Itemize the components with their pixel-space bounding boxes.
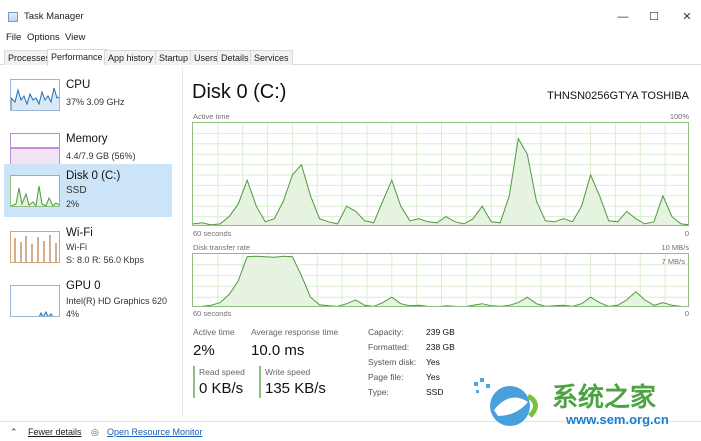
sidebar-item-detail: Wi-Fi: [66, 242, 87, 252]
sidebar-item-name: GPU 0: [66, 280, 101, 292]
sidebar-item-cpu[interactable]: CPU 37% 3.09 GHz: [4, 68, 172, 121]
fewer-details-icon[interactable]: ⌃: [10, 427, 18, 438]
sidebar-item-gpu[interactable]: GPU 0 Intel(R) HD Graphics 620 4%: [4, 274, 172, 327]
tab-performance[interactable]: Performance: [47, 49, 107, 66]
active-time-graph-max: 100%: [669, 112, 689, 121]
transfer-rate-graph: 7 MB/s: [192, 253, 689, 307]
active-time-graph-label: Active time: [193, 112, 230, 121]
system-disk-value: Yes: [426, 357, 440, 367]
formatted-label: Formatted:: [368, 342, 410, 352]
menu-options[interactable]: Options: [27, 32, 60, 43]
active-time-graph-min: 0: [684, 229, 689, 238]
transfer-rate-graph-min: 0: [684, 309, 689, 318]
write-speed-value: 135 KB/s: [265, 380, 326, 397]
sidebar-item-name: Wi-Fi: [66, 227, 93, 239]
tab-bar: Processes Performance App history Startu…: [0, 49, 701, 66]
sidebar-item-wifi[interactable]: Wi-Fi Wi-Fi S: 8.0 R: 56.0 Kbps: [4, 220, 172, 273]
system-disk-label: System disk:: [368, 357, 417, 367]
read-speed-label: Read speed: [199, 367, 245, 377]
watermark-overlay: 系统之家 www.sem.org.cn: [468, 370, 698, 438]
response-time-label: Average response time: [251, 327, 339, 337]
active-time-label: Active time: [193, 327, 235, 337]
write-speed-label: Write speed: [265, 367, 311, 377]
page-file-label: Page file:: [368, 372, 404, 382]
active-time-graph: [192, 122, 689, 226]
sidebar-item-usage: 2%: [66, 199, 80, 209]
sidebar-item-detail: 4.4/7.9 GB (56%): [66, 151, 136, 161]
title-bar: Task Manager — ☐ ✕: [0, 0, 701, 30]
formatted-value: 238 GB: [426, 342, 455, 352]
tab-startup[interactable]: Startup: [155, 50, 193, 65]
tab-app-history[interactable]: App history: [104, 50, 158, 65]
sidebar-item-name: CPU: [66, 79, 91, 91]
performance-sidebar: CPU 37% 3.09 GHz Memory 4.4/7.9 GB (56%)…: [4, 68, 178, 416]
type-value: SSD: [426, 387, 444, 397]
response-time-value: 10.0 ms: [251, 342, 305, 359]
watermark-logo: 系统之家: [474, 378, 656, 426]
gpu-thumbnail-graph: [10, 285, 60, 317]
watermark-url: www.sem.org.cn: [566, 412, 669, 427]
read-speed-value: 0 KB/s: [199, 380, 244, 397]
sidebar-item-detail: 37% 3.09 GHz: [66, 97, 125, 107]
window-title: Task Manager: [24, 11, 84, 22]
disk-thumbnail-graph: [10, 175, 60, 207]
page-title: Disk 0 (C:): [192, 81, 287, 103]
resource-monitor-icon[interactable]: ◎: [91, 427, 99, 438]
fewer-details-link[interactable]: Fewer details: [28, 427, 82, 437]
sidebar-divider: [182, 68, 183, 416]
disk-model-name: THNSN0256GTYA TOSHIBA: [547, 90, 689, 102]
sidebar-item-detail: SSD: [66, 185, 87, 196]
transfer-rate-graph-label: Disk transfer rate: [193, 243, 251, 252]
sidebar-item-disk[interactable]: Disk 0 (C:) SSD 2%: [4, 164, 172, 217]
transfer-rate-scale-mark: 7 MB/s: [661, 257, 685, 266]
transfer-rate-graph-max: 10 MB/s: [661, 243, 689, 252]
tab-services[interactable]: Services: [250, 50, 293, 65]
svg-text:系统之家: 系统之家: [552, 382, 656, 413]
sidebar-item-throughput: S: 8.0 R: 56.0 Kbps: [66, 255, 145, 265]
cpu-thumbnail-graph: [10, 79, 60, 111]
type-label: Type:: [368, 387, 389, 397]
transfer-rate-graph-plot: [193, 254, 688, 306]
page-file-value: Yes: [426, 372, 440, 382]
graph-grid: [193, 123, 688, 225]
active-time-value: 2%: [193, 342, 215, 359]
menu-view[interactable]: View: [65, 32, 85, 43]
disk-detail-panel: Disk 0 (C:) THNSN0256GTYA TOSHIBA Active…: [190, 68, 695, 408]
task-manager-icon: [8, 12, 18, 22]
active-time-graph-span: 60 seconds: [193, 229, 232, 238]
memory-thumbnail-graph: [10, 133, 60, 165]
sidebar-item-usage: 4%: [66, 309, 80, 319]
open-resource-monitor-link[interactable]: Open Resource Monitor: [107, 427, 203, 437]
write-speed-marker: [259, 366, 261, 398]
sidebar-item-name: Disk 0 (C:): [66, 170, 121, 182]
active-time-graph-plot: [193, 123, 688, 225]
sidebar-item-detail: Intel(R) HD Graphics 620: [66, 296, 168, 306]
wifi-thumbnail-graph: [10, 231, 60, 263]
sidebar-item-name: Memory: [66, 133, 108, 145]
read-speed-marker: [193, 366, 195, 398]
minimize-button[interactable]: —: [614, 8, 632, 26]
capacity-value: 239 GB: [426, 327, 455, 337]
transfer-rate-graph-span: 60 seconds: [193, 309, 232, 318]
close-button[interactable]: ✕: [678, 8, 696, 26]
menu-file[interactable]: File: [6, 32, 21, 43]
maximize-button[interactable]: ☐: [645, 8, 663, 26]
capacity-label: Capacity:: [368, 327, 404, 337]
tab-details[interactable]: Details: [217, 50, 253, 65]
